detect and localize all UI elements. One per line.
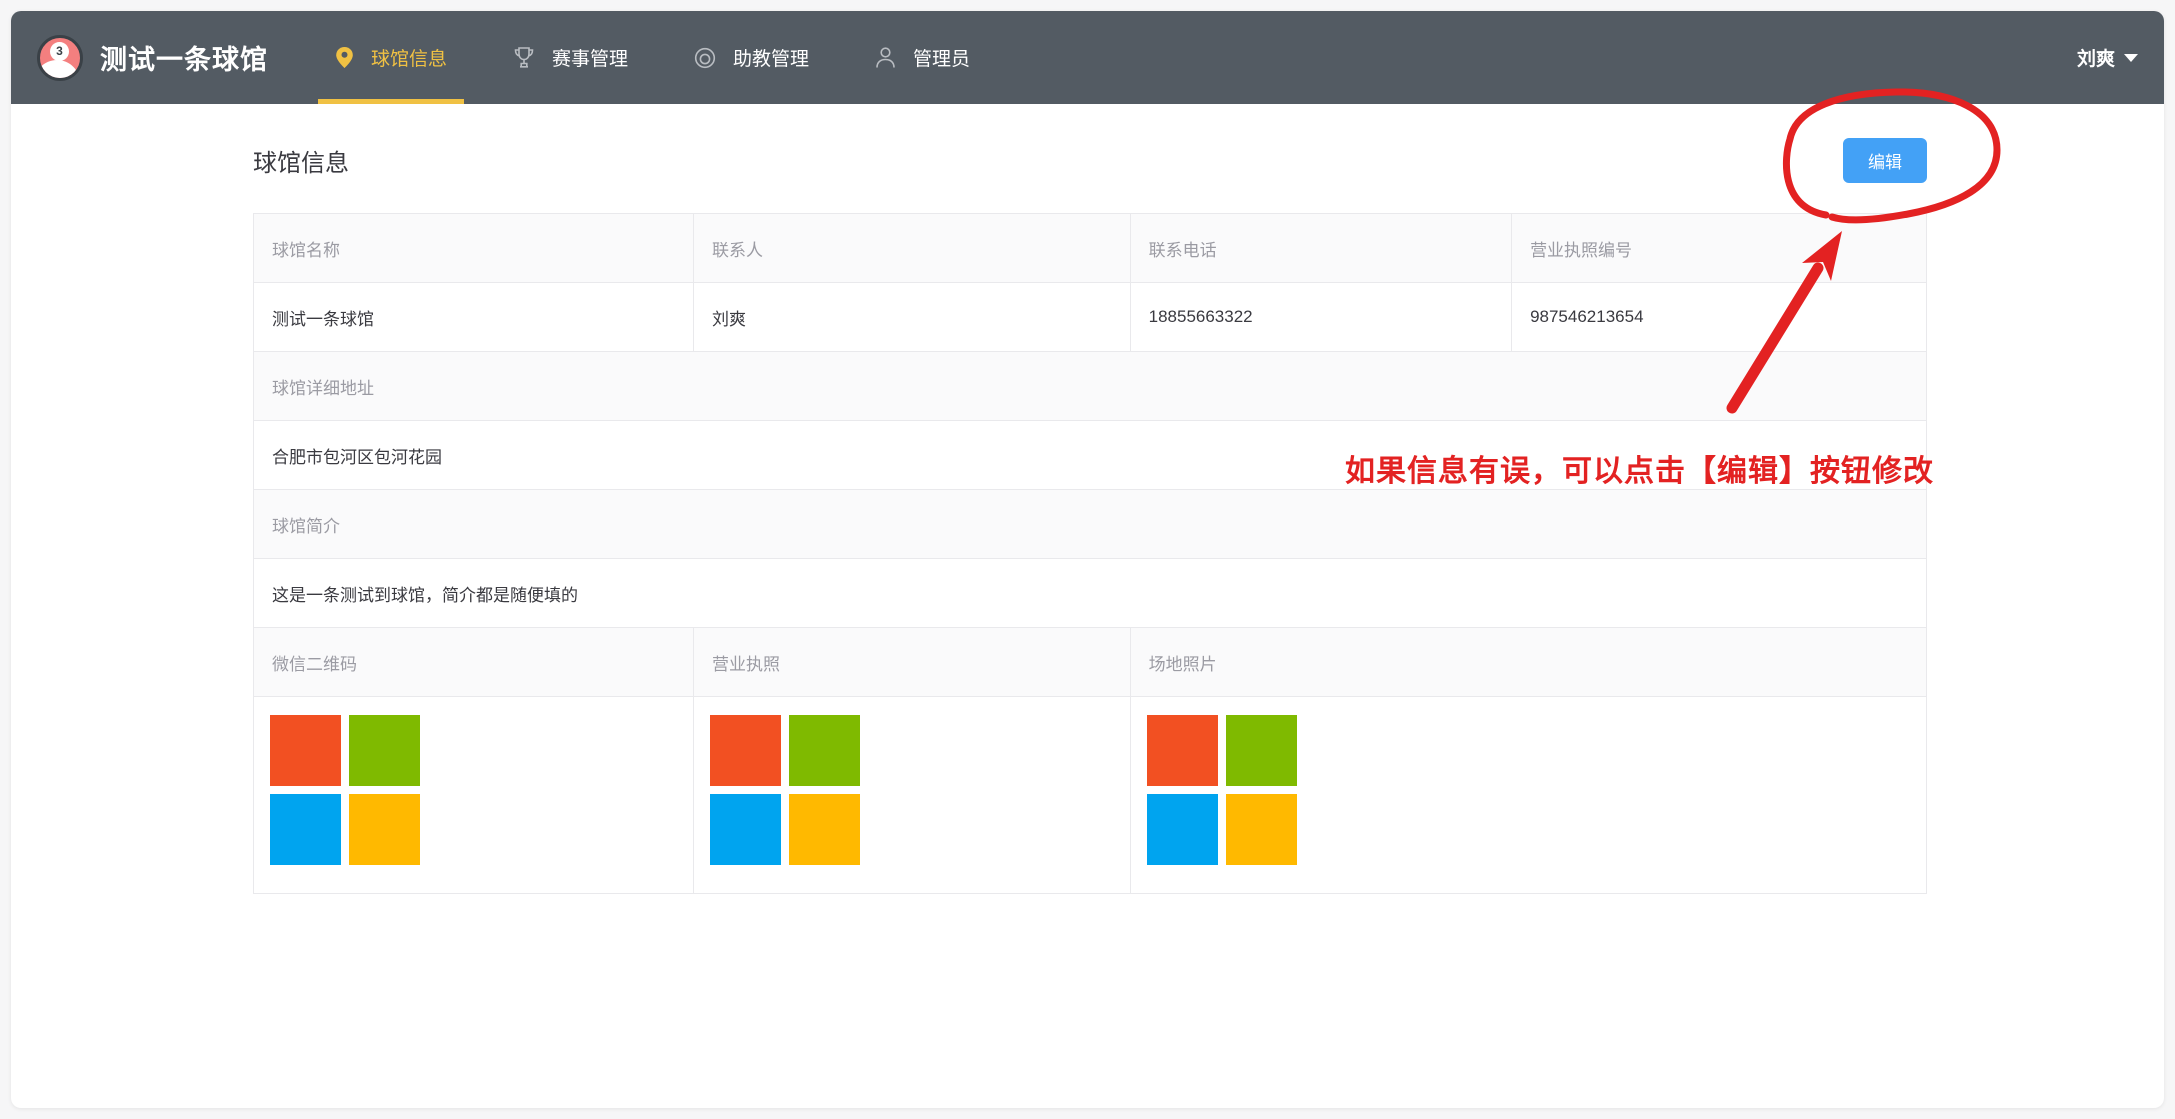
header-contact: 联系人 <box>693 214 1130 283</box>
location-pin-icon <box>335 46 354 69</box>
venue-photo-image <box>1147 715 1297 865</box>
table-header-row: 球馆名称 联系人 联系电话 营业执照编号 <box>254 214 1927 283</box>
cell-venue-photo <box>1130 697 1926 894</box>
table-value-row: 这是一条测试到球馆，简介都是随便填的 <box>254 559 1927 628</box>
chevron-down-icon <box>2124 54 2138 62</box>
value-intro: 这是一条测试到球馆，简介都是随便填的 <box>254 559 1927 628</box>
page-title: 球馆信息 <box>253 143 349 178</box>
value-phone: 18855663322 <box>1130 283 1511 352</box>
cell-business-license <box>693 697 1130 894</box>
main-content: 球馆信息 编辑 球馆名称 联系人 联系电话 营业执照编号 测试一条球馆 <box>11 137 2164 894</box>
active-tab-underline <box>318 99 464 104</box>
table-image-row <box>254 697 1927 894</box>
trophy-icon <box>513 46 535 69</box>
header-intro: 球馆简介 <box>254 490 1927 559</box>
nav-item-event-management[interactable]: 赛事管理 <box>480 11 661 104</box>
header-venue-name: 球馆名称 <box>254 214 694 283</box>
wechat-qrcode-image <box>270 715 420 865</box>
venue-info-table: 球馆名称 联系人 联系电话 营业执照编号 测试一条球馆 刘爽 188556633… <box>253 213 1927 894</box>
nav-item-label: 管理员 <box>913 44 970 71</box>
nav-item-administrator[interactable]: 管理员 <box>842 11 1003 104</box>
value-venue-name: 测试一条球馆 <box>254 283 694 352</box>
ball-number: 3 <box>50 42 69 61</box>
billiard-ball-logo-icon: 3 <box>37 35 83 81</box>
header-venue-photos: 场地照片 <box>1130 628 1926 697</box>
value-address: 合肥市包河区包河花园 <box>254 421 1927 490</box>
business-license-image <box>710 715 860 865</box>
table-header-row: 微信二维码 营业执照 场地照片 <box>254 628 1927 697</box>
nav-item-venue-info[interactable]: 球馆信息 <box>302 11 480 104</box>
title-row: 球馆信息 编辑 <box>253 137 1927 183</box>
brand[interactable]: 3 测试一条球馆 <box>37 35 268 81</box>
table-header-row: 球馆简介 <box>254 490 1927 559</box>
ball-highlight <box>37 60 80 81</box>
nav-item-label: 球馆信息 <box>371 44 447 71</box>
table-header-row: 球馆详细地址 <box>254 352 1927 421</box>
nav-item-label: 赛事管理 <box>552 44 628 71</box>
value-license-no: 987546213654 <box>1512 283 1927 352</box>
edit-button[interactable]: 编辑 <box>1843 138 1927 183</box>
header-business-license: 营业执照 <box>693 628 1130 697</box>
screen: 3 测试一条球馆 球馆信息 <box>0 0 2175 1119</box>
table-value-row: 测试一条球馆 刘爽 18855663322 987546213654 <box>254 283 1927 352</box>
header-address: 球馆详细地址 <box>254 352 1927 421</box>
circle-badge-icon <box>694 47 716 69</box>
app-title: 测试一条球馆 <box>100 38 268 77</box>
nav-items: 球馆信息 赛事管理 <box>302 11 1003 104</box>
cell-wechat-qrcode <box>254 697 694 894</box>
header-phone: 联系电话 <box>1130 214 1511 283</box>
navbar: 3 测试一条球馆 球馆信息 <box>11 11 2164 104</box>
person-icon <box>875 46 896 69</box>
value-contact: 刘爽 <box>693 283 1130 352</box>
table-value-row: 合肥市包河区包河花园 <box>254 421 1927 490</box>
app-card: 3 测试一条球馆 球馆信息 <box>11 11 2164 1108</box>
nav-item-label: 助教管理 <box>733 44 809 71</box>
user-name: 刘爽 <box>2077 44 2115 71</box>
user-menu[interactable]: 刘爽 <box>2077 44 2138 71</box>
header-wechat-qrcode: 微信二维码 <box>254 628 694 697</box>
header-license-no: 营业执照编号 <box>1512 214 1927 283</box>
nav-item-coach-management[interactable]: 助教管理 <box>661 11 842 104</box>
